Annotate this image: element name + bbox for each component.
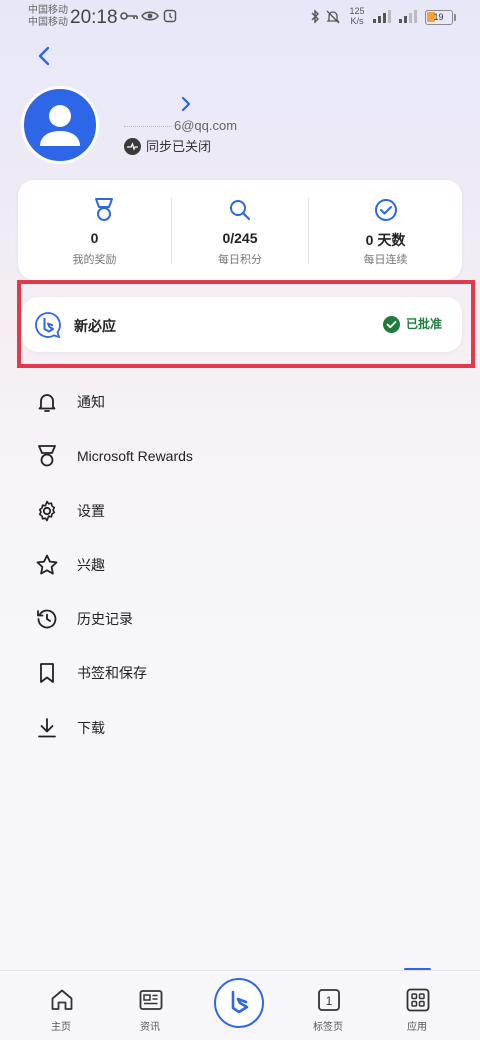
nav-apps[interactable]: 应用 — [385, 971, 449, 1040]
menu-item-label: 兴趣 — [77, 557, 105, 573]
sync-icon — [124, 138, 141, 155]
clock: 20:18 — [70, 7, 118, 28]
bottom-navigation: 主页 资讯 1 标签页 应用 — [0, 970, 480, 1040]
menu-item-label: 下载 — [77, 720, 105, 736]
bing-logo-icon — [231, 990, 249, 1014]
menu-item-downloads[interactable]: 下载 — [24, 703, 464, 753]
gear-icon — [38, 500, 56, 522]
sync-status[interactable]: 同步已关闭 — [146, 138, 211, 155]
menu-item-label: 书签和保存 — [77, 665, 147, 681]
chevron-right-icon — [181, 96, 191, 112]
carrier-2: 中国移动 — [28, 17, 68, 28]
bell-icon — [38, 394, 56, 412]
stat-label: 每日连续 — [363, 254, 408, 266]
approved-status: 已批准 — [406, 317, 443, 331]
nav-label: 应用 — [407, 1022, 427, 1033]
menu-item-label: 通知 — [77, 394, 105, 410]
bing-chat-button[interactable] — [214, 978, 264, 1028]
battery-icon: 19 — [425, 10, 453, 25]
email-mask — [124, 126, 172, 128]
battery-level: 19 — [433, 12, 444, 22]
account-email: 6@qq.com — [124, 118, 237, 133]
stat-rewards[interactable]: 0 我的奖励 — [18, 180, 171, 280]
bluetooth-icon — [310, 9, 320, 27]
home-icon — [51, 989, 73, 1010]
stat-label: 每日积分 — [218, 254, 262, 266]
star-icon — [36, 554, 58, 575]
profile-chevron-button[interactable] — [178, 94, 194, 114]
menu-item-notifications[interactable]: 通知 — [24, 377, 464, 427]
medal-icon — [95, 198, 113, 221]
net-speed: 125 K/s — [346, 6, 368, 26]
nav-label: 标签页 — [313, 1022, 343, 1033]
eye-icon — [141, 9, 159, 26]
menu-item-interests[interactable]: 兴趣 — [24, 540, 464, 590]
key-icon — [120, 9, 138, 26]
apps-grid-icon — [406, 988, 430, 1012]
battery-cap — [454, 14, 456, 21]
rewards-stats-card: 0 我的奖励 0/245 每日积分 0 天数 每日连续 — [18, 180, 462, 280]
menu-item-history[interactable]: 历史记录 — [24, 594, 464, 644]
menu-item-label: 设置 — [77, 503, 105, 519]
email-text: 6@qq.com — [174, 118, 238, 133]
medal-icon — [38, 445, 56, 467]
menu-item-label: Microsoft Rewards — [77, 448, 193, 464]
stat-daily-streak[interactable]: 0 天数 每日连续 — [309, 180, 462, 280]
bookmark-icon — [40, 663, 54, 683]
search-icon — [230, 200, 251, 221]
stat-value: 0/245 — [222, 230, 258, 246]
nav-label: 资讯 — [140, 1022, 160, 1033]
new-bing-label: 新必应 — [74, 318, 116, 334]
net-speed-value: 125 — [349, 6, 365, 16]
nav-news[interactable]: 资讯 — [118, 971, 182, 1040]
status-bar: 中国移动 中国移动 20:18 125 K/s 19 — [0, 0, 480, 36]
check-circle-icon — [375, 199, 397, 221]
menu-item-label: 历史记录 — [77, 611, 133, 627]
menu-item-rewards[interactable]: Microsoft Rewards — [24, 431, 464, 481]
alarm-icon — [163, 9, 177, 26]
news-icon — [139, 990, 163, 1010]
nav-label: 主页 — [51, 1022, 71, 1033]
menu-item-settings[interactable]: 设置 — [24, 486, 464, 536]
signal-icon-2 — [397, 9, 417, 27]
tabs-count: 1 — [326, 994, 333, 1008]
back-button[interactable] — [28, 40, 60, 72]
avatar[interactable] — [21, 86, 99, 164]
nav-tabs[interactable]: 1 标签页 — [296, 971, 360, 1040]
tabs-icon: 1 — [318, 989, 340, 1011]
download-icon — [38, 718, 56, 738]
new-bing-row[interactable]: 新必应 已批准 — [22, 297, 462, 352]
menu-item-bookmarks[interactable]: 书签和保存 — [24, 648, 464, 698]
bing-chat-icon — [35, 312, 61, 339]
mute-icon — [326, 9, 340, 27]
stat-daily-points[interactable]: 0/245 每日积分 — [172, 180, 308, 280]
carrier-1: 中国移动 — [28, 5, 68, 16]
stat-value: 0 天数 — [365, 232, 406, 248]
user-icon — [40, 105, 80, 146]
chevron-left-icon — [38, 46, 50, 66]
signal-icon — [371, 9, 391, 27]
history-icon — [37, 609, 57, 629]
nav-home[interactable]: 主页 — [29, 971, 93, 1040]
stat-label: 我的奖励 — [72, 254, 117, 266]
net-speed-unit: K/s — [350, 16, 364, 26]
stat-value: 0 — [90, 230, 99, 246]
check-icon — [383, 316, 400, 333]
